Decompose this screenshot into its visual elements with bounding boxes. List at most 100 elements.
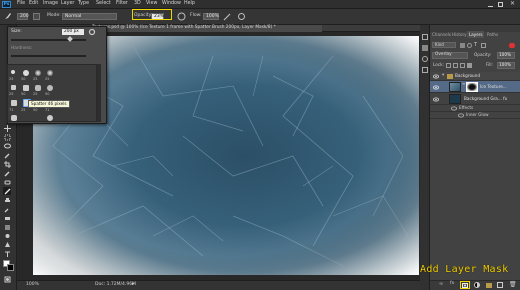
brush-size-picker[interactable]: 200 <box>17 13 29 20</box>
brush-gear-icon[interactable] <box>88 28 98 36</box>
new-group-icon[interactable] <box>486 283 492 288</box>
layer-mask-link-icon[interactable]: ∞ <box>462 82 465 92</box>
filter-adjustment-icon[interactable] <box>467 43 472 48</box>
menu-file[interactable]: File <box>17 1 25 7</box>
clone-stamp-tool-icon[interactable] <box>3 196 11 204</box>
marquee-tool-icon[interactable] <box>3 133 11 141</box>
menu-help[interactable]: Help <box>184 1 195 7</box>
menu-edit[interactable]: Edit <box>29 1 38 7</box>
brush-preset-size: 25 <box>33 92 38 96</box>
crop-tool-icon[interactable] <box>3 160 11 168</box>
brush-preset[interactable] <box>11 70 15 74</box>
tab-history[interactable]: History <box>452 32 467 37</box>
brush-preset[interactable] <box>35 85 41 91</box>
layer-style-fx-icon[interactable]: fx <box>450 281 454 287</box>
lock-position-icon[interactable] <box>460 63 465 68</box>
status-arrow-icon[interactable]: ▸ <box>132 282 135 287</box>
healing-brush-tool-icon[interactable] <box>3 178 11 186</box>
menu-filter[interactable]: Filter <box>116 1 128 7</box>
visibility-eye-icon[interactable] <box>433 74 439 79</box>
zoom-level[interactable]: 100% <box>26 282 39 288</box>
brush-panel-icon[interactable] <box>422 45 428 51</box>
lock-all-icon[interactable] <box>467 63 472 68</box>
new-layer-icon[interactable] <box>497 282 503 288</box>
pen-tool-icon[interactable] <box>3 241 11 249</box>
brush-preset[interactable] <box>11 85 16 90</box>
layer-name[interactable]: Ice Texture... <box>480 84 507 89</box>
close-icon[interactable]: ✕ <box>509 1 516 8</box>
brush-preset-size: 71 <box>9 108 14 112</box>
menu-image[interactable]: Image <box>43 1 58 7</box>
properties-panel-icon[interactable] <box>422 67 428 73</box>
layer-mask-thumbnail[interactable] <box>466 82 478 92</box>
tab-layers[interactable]: Layers <box>469 32 483 37</box>
brush-size-slider[interactable] <box>11 39 86 41</box>
delete-layer-icon[interactable]: 🗑 <box>509 282 517 288</box>
flow-input[interactable]: 100% <box>203 13 219 20</box>
type-tool-icon[interactable] <box>3 250 11 258</box>
maximize-icon[interactable] <box>498 2 503 7</box>
effects-eye-icon[interactable] <box>451 106 457 111</box>
minimize-icon[interactable] <box>488 2 493 7</box>
flow-label: Flow: <box>190 13 202 18</box>
tab-channels[interactable]: Channels <box>432 32 451 37</box>
filter-type-icon[interactable]: T <box>474 43 477 48</box>
layer-opacity-label: Opacity: <box>474 52 492 57</box>
brush-panel-toggle-icon[interactable] <box>33 13 40 20</box>
brush-preset[interactable] <box>23 70 29 76</box>
tab-paths[interactable]: Paths <box>487 32 498 37</box>
lock-pixels-icon[interactable] <box>453 63 458 68</box>
menu-window[interactable]: Window <box>162 1 181 7</box>
brush-preset[interactable] <box>47 115 53 121</box>
airbrush-icon[interactable] <box>223 12 232 21</box>
move-tool-icon[interactable] <box>3 124 11 132</box>
visibility-eye-icon[interactable] <box>433 97 439 102</box>
filter-shape-icon[interactable] <box>481 43 486 48</box>
brush-preset[interactable] <box>47 85 53 91</box>
filter-pixel-icon[interactable] <box>460 43 465 48</box>
effects-row[interactable] <box>430 105 520 112</box>
layers-panel <box>430 32 520 290</box>
effect-eye-icon[interactable] <box>458 113 464 118</box>
pressure-size-icon[interactable] <box>237 12 246 21</box>
brush-tool-active-icon[interactable] <box>3 187 11 195</box>
brush-preset[interactable] <box>47 70 53 76</box>
pressure-opacity-icon[interactable] <box>177 12 186 21</box>
menu-view[interactable]: View <box>146 1 157 7</box>
filter-toggle-icon[interactable] <box>509 43 515 48</box>
history-brush-tool-icon[interactable] <box>3 205 11 213</box>
menu-select[interactable]: Select <box>96 1 111 7</box>
brush-presets-scrollbar[interactable] <box>97 64 101 122</box>
visibility-eye-icon[interactable] <box>433 85 439 90</box>
menu-type[interactable]: Type <box>78 1 89 7</box>
brush-preset[interactable] <box>11 100 17 106</box>
brush-preset-size: 50 <box>45 92 50 96</box>
brush-preset[interactable] <box>11 115 17 121</box>
link-layers-icon[interactable]: ∞ <box>439 282 445 288</box>
brush-preset[interactable] <box>23 85 29 91</box>
brush-hardness-label: Hardness: <box>11 46 33 51</box>
mode-select[interactable]: Normal <box>62 13 117 20</box>
layer-name[interactable]: Background Gra... fx <box>464 96 507 101</box>
layer-name[interactable]: Background <box>455 73 480 78</box>
gradient-tool-icon[interactable] <box>3 223 11 231</box>
brush-hardness-slider[interactable] <box>11 55 86 57</box>
brush-preset[interactable] <box>35 70 41 76</box>
lock-transparent-icon[interactable] <box>446 63 451 68</box>
collapsed-panels-strip <box>420 25 430 290</box>
adjustment-layer-icon[interactable] <box>474 282 480 288</box>
history-panel-icon[interactable] <box>422 34 428 40</box>
info-panel-icon[interactable] <box>422 56 428 62</box>
group-expand-icon[interactable]: ▾ <box>442 73 444 79</box>
lasso-tool-icon[interactable] <box>3 142 11 150</box>
quick-select-tool-icon[interactable] <box>3 151 11 159</box>
brush-tool-icon[interactable] <box>4 12 12 20</box>
brush-size-input[interactable]: 200 px <box>62 29 84 35</box>
menu-3d[interactable]: 3D <box>134 1 141 7</box>
menu-layer[interactable]: Layer <box>61 1 74 7</box>
dodge-tool-icon[interactable] <box>3 232 11 240</box>
eraser-tool-icon[interactable] <box>3 214 11 222</box>
eyedropper-tool-icon[interactable] <box>3 169 11 177</box>
background-color-swatch[interactable] <box>7 264 14 271</box>
quick-mask-icon[interactable] <box>3 275 11 283</box>
